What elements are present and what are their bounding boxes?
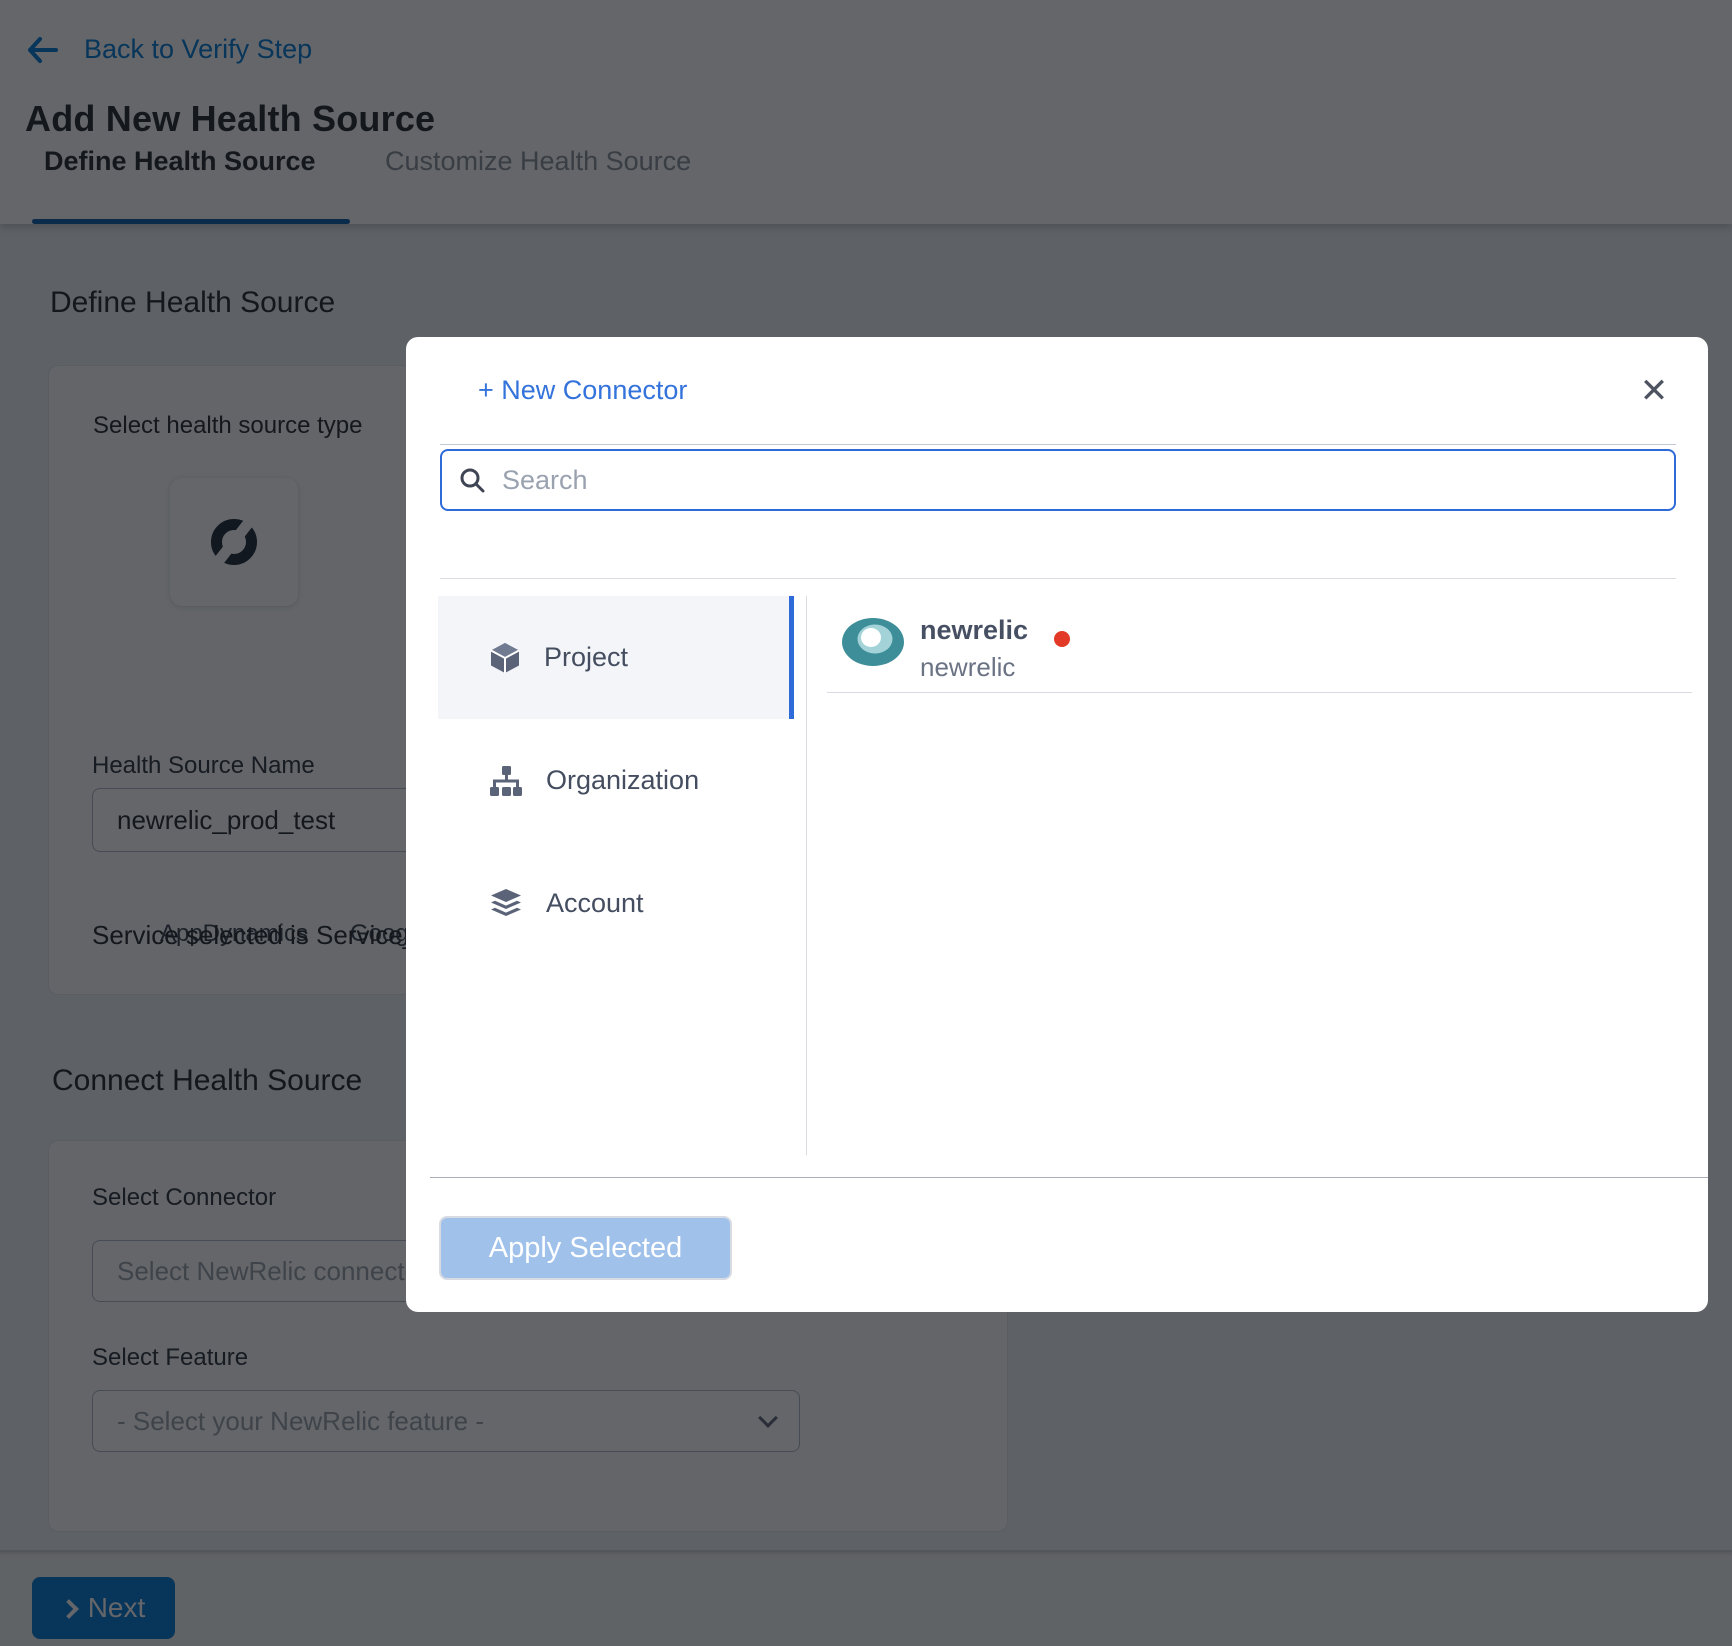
connector-row-divider [827, 692, 1692, 693]
scope-tab-organization[interactable]: Organization [438, 719, 794, 842]
scope-tab-project[interactable]: Project [438, 596, 794, 719]
search-section-divider [440, 578, 1676, 579]
scope-tab-organization-label: Organization [546, 765, 699, 796]
layers-icon [490, 889, 522, 919]
search-top-hairline [440, 444, 1676, 445]
scope-tab-project-label: Project [544, 642, 628, 673]
scope-tabs: Project Organization [438, 596, 794, 965]
cube-icon [490, 642, 520, 674]
close-icon[interactable]: ✕ [1628, 365, 1680, 417]
connector-name: newrelic [920, 615, 1028, 646]
status-dot [1054, 631, 1070, 647]
search-box[interactable] [440, 449, 1676, 511]
modal-footer-divider [430, 1177, 1708, 1178]
sidebar-vertical-divider [806, 596, 807, 1155]
scope-tab-account[interactable]: Account [438, 842, 794, 965]
connector-select-modal: + New Connector ✕ Project [406, 337, 1708, 1312]
newrelic-logo-icon [842, 618, 904, 666]
org-chart-icon [490, 766, 522, 796]
search-icon [458, 466, 486, 494]
scope-tab-account-label: Account [546, 888, 644, 919]
apply-selected-button[interactable]: Apply Selected [439, 1216, 732, 1280]
connector-id: newrelic [920, 652, 1015, 683]
new-connector-link[interactable]: + New Connector [478, 375, 687, 406]
search-input[interactable] [502, 465, 1658, 496]
